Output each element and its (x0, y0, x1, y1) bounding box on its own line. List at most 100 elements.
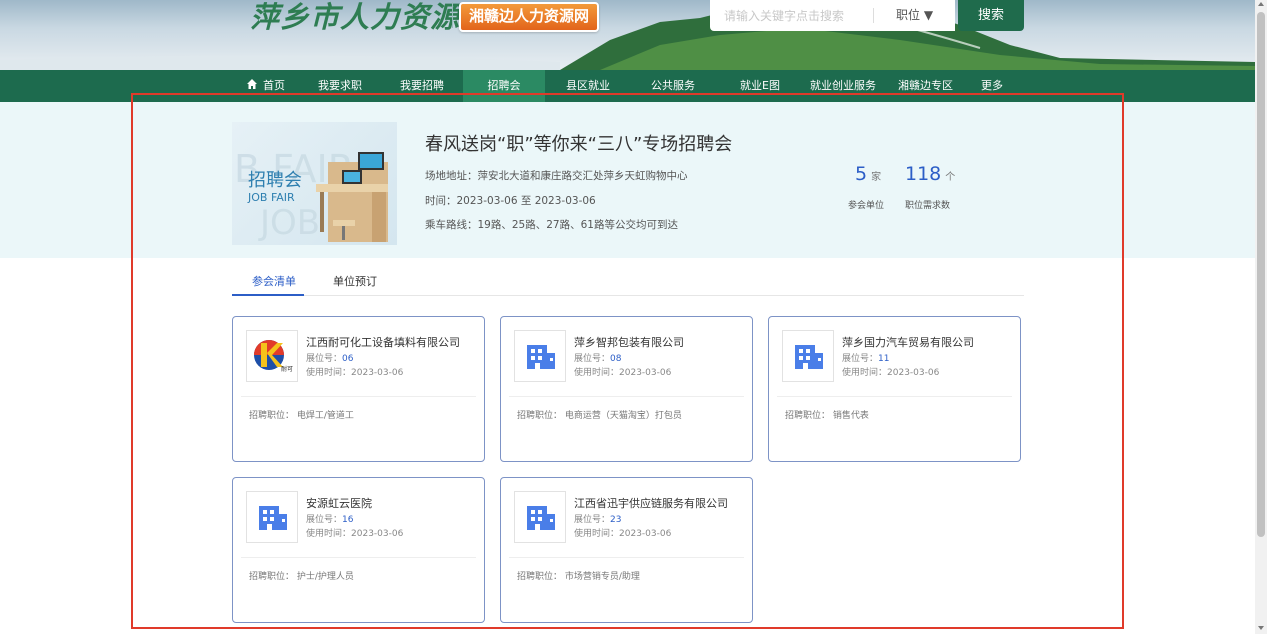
search-button[interactable]: 搜索 (958, 0, 1024, 31)
nav-item-county-employment[interactable]: 县区就业 (566, 70, 610, 102)
scroll-down-icon[interactable] (1258, 626, 1264, 630)
stat-exhibitors-unit: 家 (871, 172, 882, 183)
tab-participant-list[interactable]: 参会清单 (252, 273, 296, 295)
nav-item-recruiting[interactable]: 我要招聘 (400, 70, 444, 102)
tabs-divider (232, 295, 1024, 296)
nav-item-entrepreneurship[interactable]: 就业创业服务 (810, 70, 876, 102)
building-icon (514, 491, 566, 543)
company-name[interactable]: 萍乡智邦包装有限公司 (574, 334, 684, 350)
page-scrollbar[interactable] (1255, 0, 1267, 634)
time-value: 2023-03-06 (619, 529, 672, 539)
booth-number: 展位号：23 (574, 512, 621, 525)
booth-value: 23 (610, 515, 622, 525)
usage-time: 使用时间：2023-03-06 (306, 365, 403, 378)
usage-time: 使用时间：2023-03-06 (842, 365, 939, 378)
naike-logo-graphic: 耐可 (254, 340, 293, 373)
scrollbar-thumb[interactable] (1257, 12, 1265, 537)
site-logo[interactable]: 萍乡市人力资源网 (250, 0, 490, 34)
time-value: 2023-03-06 (619, 368, 672, 378)
booth-value: 06 (342, 354, 354, 364)
usage-time: 使用时间：2023-03-06 (306, 526, 403, 539)
nav-item-home[interactable]: 首页 (246, 70, 285, 102)
booth-number: 展位号：06 (306, 351, 353, 364)
stat-positions-label: 职位需求数 (905, 201, 951, 211)
stat-positions-unit: 个 (945, 172, 956, 183)
usage-time: 使用时间：2023-03-06 (574, 526, 671, 539)
nav-item-job-fair[interactable]: 招聘会 (463, 70, 545, 102)
nav-item-more[interactable]: 更多 (981, 70, 1003, 102)
company-name[interactable]: 萍乡国力汽车贸易有限公司 (842, 334, 974, 350)
time-value: 2023-03-06 (351, 368, 404, 378)
usage-time: 使用时间：2023-03-06 (574, 365, 671, 378)
tab-booth-booking[interactable]: 单位预订 (333, 273, 377, 295)
building-icon (246, 491, 298, 543)
booth-label: 展位号： (306, 515, 343, 525)
building-icon-graphic (527, 345, 555, 369)
job-fair-image: B FAIR JOB 招聘会 JOB FAIR (232, 122, 397, 245)
card-divider (777, 396, 1012, 397)
job-fair-image-subtitle: JOB FAIR (248, 191, 295, 204)
recruit-positions: 招聘职位： 市场营销专员/助理 (517, 572, 640, 582)
naike-logo: 耐可 (246, 330, 298, 382)
booth-label: 展位号： (574, 354, 611, 364)
company-card[interactable]: 江西省迅宇供应链服务有限公司 展位号：23 使用时间：2023-03-06 招聘… (500, 477, 753, 623)
stat-exhibitors-label: 参会单位 (848, 201, 885, 211)
svg-text:JOB: JOB (258, 203, 320, 243)
building-icon (514, 330, 566, 382)
nav-item-job-seeking[interactable]: 我要求职 (318, 70, 362, 102)
nav-item-employment-map[interactable]: 就业E图 (740, 70, 780, 102)
company-name[interactable]: 安源虹云医院 (306, 495, 372, 511)
fair-time: 时间：2023-03-06 至 2023-03-06 (425, 195, 596, 207)
logo-divider (452, 2, 453, 28)
booth-label: 展位号： (306, 354, 343, 364)
booth-value: 08 (610, 354, 622, 364)
building-icon-graphic (527, 506, 555, 530)
booth-number: 展位号：16 (306, 512, 353, 525)
nav-item-label: 首页 (263, 79, 285, 92)
recruit-positions: 招聘职位： 电商运营（天猫淘宝）打包员 (517, 411, 682, 421)
stat-positions: 118 个 (905, 163, 955, 185)
company-name[interactable]: 江西省迅宇供应链服务有限公司 (574, 495, 728, 511)
recruit-positions: 招聘职位： 护士/护理人员 (249, 572, 354, 582)
time-value: 2023-03-06 (887, 368, 940, 378)
booth-value: 16 (342, 515, 354, 525)
job-fair-image-title: 招聘会 (248, 170, 302, 191)
card-divider (509, 557, 744, 558)
building-icon (782, 330, 834, 382)
time-label: 使用时间： (842, 368, 888, 378)
card-divider (241, 557, 476, 558)
fair-route: 乘车路线：19路、25路、27路、61路等公交均可到达 (425, 219, 678, 231)
active-tab-indicator (232, 294, 304, 296)
mountain-scenery (0, 0, 1255, 70)
search-divider (873, 8, 874, 23)
sub-site-logo[interactable]: 湘赣边人力资源网 (459, 2, 600, 32)
company-card[interactable]: 萍乡智邦包装有限公司 展位号：08 使用时间：2023-03-06 招聘职位： … (500, 316, 753, 462)
card-divider (241, 396, 476, 397)
scroll-up-icon[interactable] (1258, 2, 1264, 6)
time-label: 使用时间： (574, 368, 620, 378)
nav-item-xianggan-zone[interactable]: 湘赣边专区 (898, 70, 953, 102)
card-divider (509, 396, 744, 397)
naike-logo-text: 耐可 (281, 365, 293, 373)
time-label: 使用时间： (306, 529, 352, 539)
booth-number: 展位号：11 (842, 351, 889, 364)
fair-title: 春风送岗“职”等你来“三八”专场招聘会 (425, 134, 733, 155)
company-card[interactable]: 萍乡国力汽车贸易有限公司 展位号：11 使用时间：2023-03-06 招聘职位… (768, 316, 1021, 462)
stat-positions-value: 118 (905, 163, 942, 185)
company-card[interactable]: 耐可 江西耐可化工设备填料有限公司 展位号：06 使用时间：2023-03-06… (232, 316, 485, 462)
building-icon-graphic (259, 506, 287, 530)
search-input[interactable] (710, 0, 874, 31)
booth-value: 11 (878, 354, 890, 364)
booth-label: 展位号： (574, 515, 611, 525)
company-card[interactable]: 安源虹云医院 展位号：16 使用时间：2023-03-06 招聘职位： 护士/护… (232, 477, 485, 623)
stat-exhibitors-value: 5 (855, 163, 868, 185)
nav-item-public-service[interactable]: 公共服务 (651, 70, 695, 102)
company-name[interactable]: 江西耐可化工设备填料有限公司 (306, 334, 460, 350)
search-type-dropdown[interactable]: 职位 ▼ (896, 0, 933, 31)
time-label: 使用时间： (574, 529, 620, 539)
main-nav: 首页 我要求职 我要招聘 招聘会 县区就业 公共服务 就业E图 就业创业服务 湘… (0, 70, 1255, 102)
fair-address: 场地地址：萍安北大道和康庄路交汇处萍乡天虹购物中心 (425, 170, 688, 182)
building-icon-graphic (795, 345, 823, 369)
home-icon (247, 79, 257, 89)
stat-exhibitors: 5家 (855, 163, 881, 185)
